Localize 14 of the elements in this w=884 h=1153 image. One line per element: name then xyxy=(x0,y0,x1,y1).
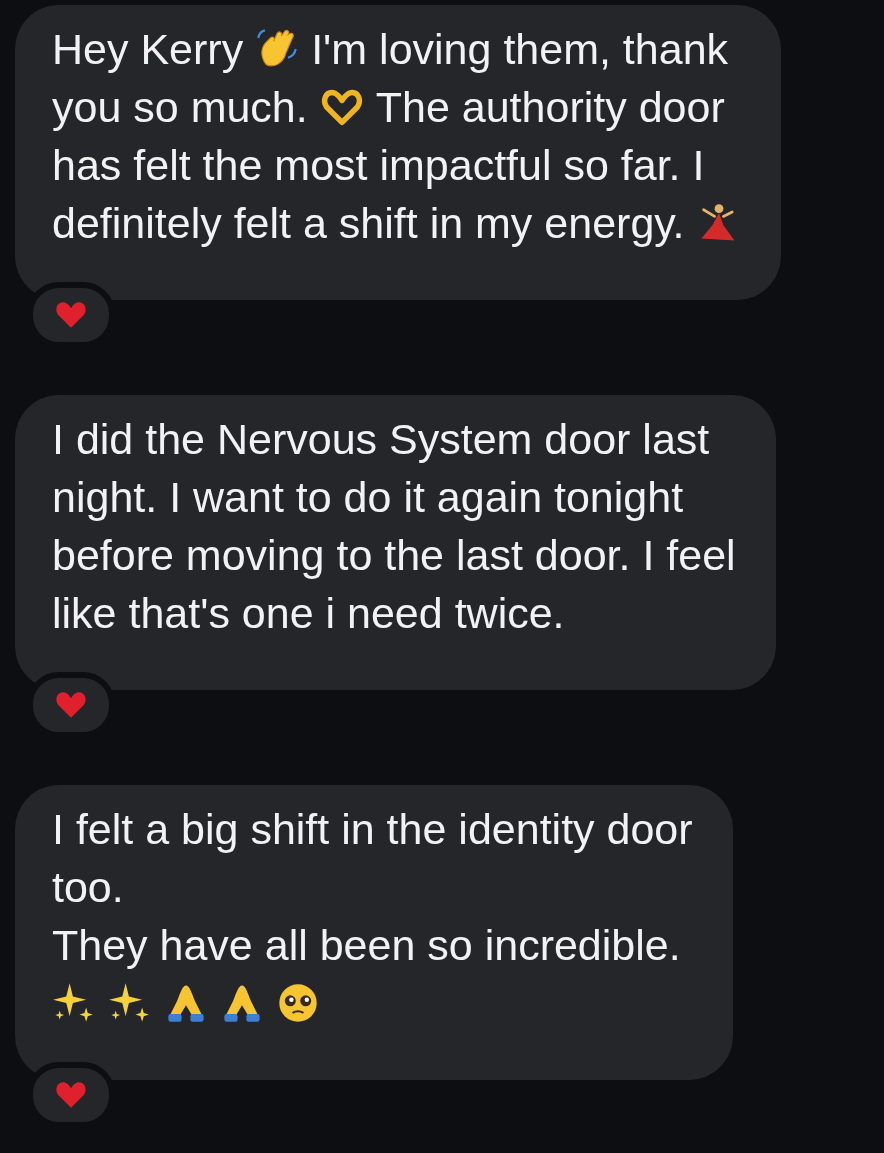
message-text: The authority door xyxy=(375,82,725,133)
message-text: Hey Kerry xyxy=(52,24,244,75)
message-text: before moving to the last door. I feel xyxy=(52,530,736,581)
message-text: I felt a big shift in the identity door xyxy=(52,804,693,855)
message-text: too. xyxy=(52,862,124,913)
message-text: night. I want to do it again tonight xyxy=(52,472,684,523)
message-text: I'm loving them, thank xyxy=(311,24,729,75)
message-text: definitely felt a shift in my energy. xyxy=(52,198,685,249)
message-text: has felt the most impactful so far. I xyxy=(52,140,705,191)
message-text: like that's one i need twice. xyxy=(52,588,565,639)
message-text: you so much. xyxy=(52,82,308,133)
message-text: They have all been so incredible. xyxy=(52,920,681,971)
teary-smiley-icon xyxy=(276,981,320,1025)
message-text: I did the Nervous System door last xyxy=(52,414,710,465)
